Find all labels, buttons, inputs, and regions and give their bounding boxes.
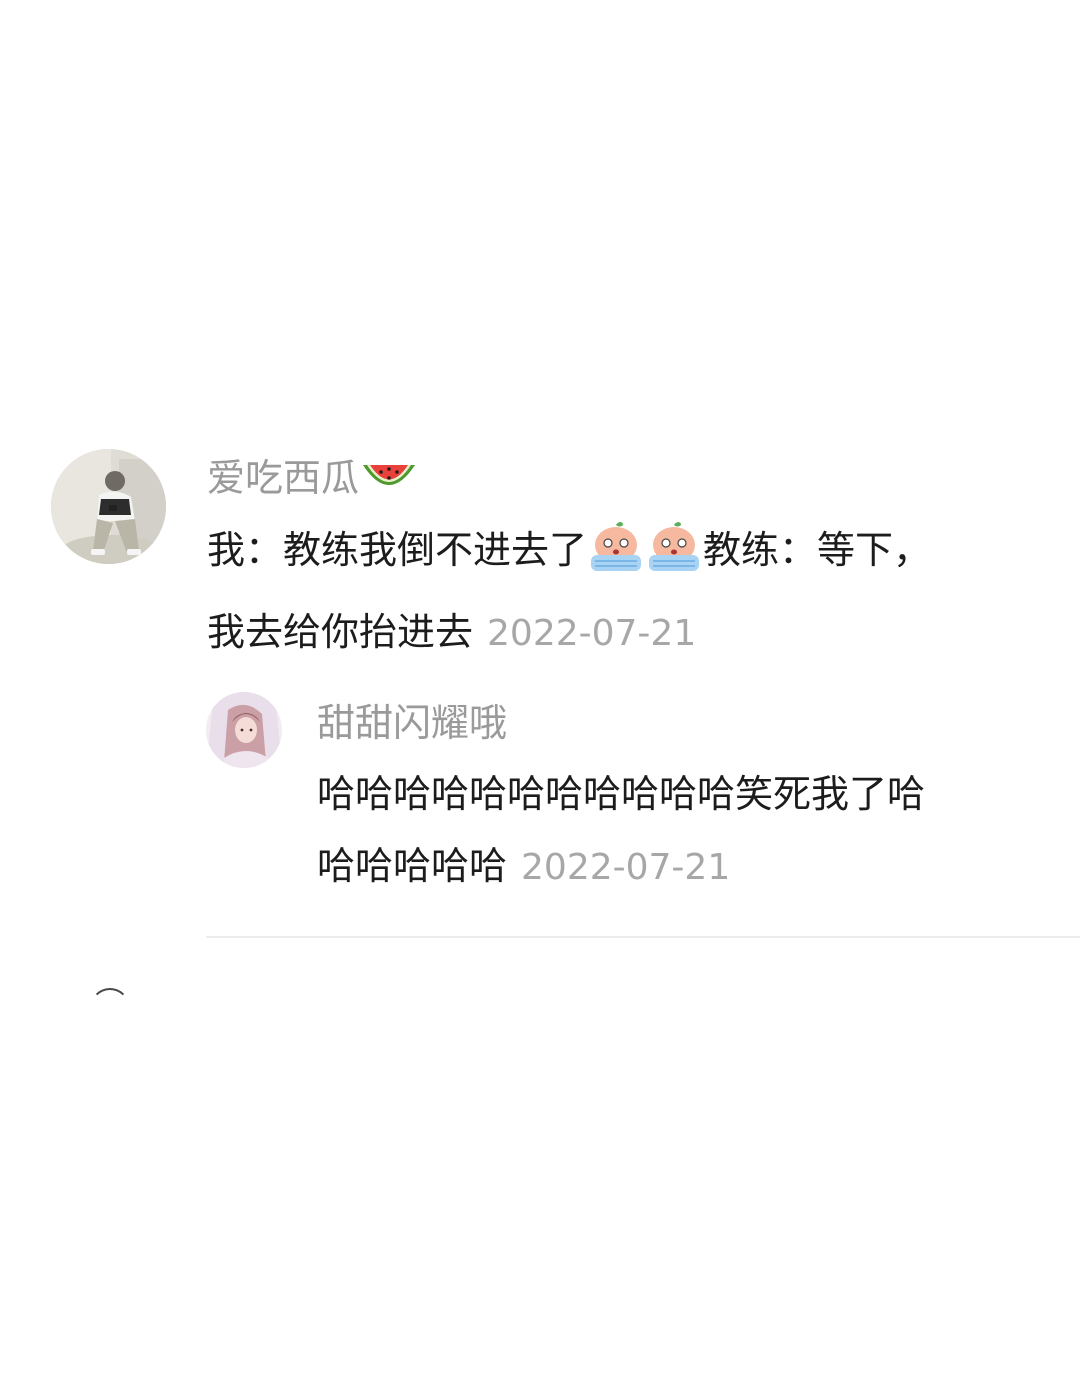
username-text: 爱吃西瓜 [207,456,360,500]
reply-line-1: 哈哈哈哈哈哈哈哈哈哈哈笑死我了哈 [317,772,926,816]
comment-text-part: 教练：等下， [703,528,932,572]
crying-peach-icon [587,521,645,596]
avatar-photo-icon [51,449,166,564]
comment-line-2: 我去给你抬进去 2022-07-21 [207,596,931,670]
reply-line-2: 哈哈哈哈哈 2022-07-21 [317,830,925,904]
reply-text: 哈哈哈哈哈哈哈哈哈哈哈笑死我了哈 哈哈哈哈哈 2022-07-21 [317,758,925,904]
commenter-username[interactable]: 爱吃西瓜 [207,459,419,507]
comment-date: 2022-07-21 [487,613,697,654]
commenter-avatar[interactable] [51,449,166,564]
comment-text: 我：教练我倒不进去了 教练：等下， 我去给你抬进去 2022-07-21 [207,514,931,670]
reply-avatar[interactable] [206,692,282,768]
next-comment-avatar-edge [90,988,130,1028]
reply-date: 2022-07-21 [521,847,731,888]
watermelon-icon [359,459,419,507]
comment-line-1: 我：教练我倒不进去了 教练：等下， [207,514,931,596]
reply-text-part: 哈哈哈哈哈 [317,844,508,888]
crying-peach-icon [645,521,703,596]
comment-text-part: 我：教练我倒不进去了 [207,528,588,572]
reply-username[interactable]: 甜甜闪耀哦 [317,704,507,742]
avatar-photo-icon [206,692,282,768]
comment-text-part: 我去给你抬进去 [207,610,474,654]
comment-divider [206,936,1080,938]
